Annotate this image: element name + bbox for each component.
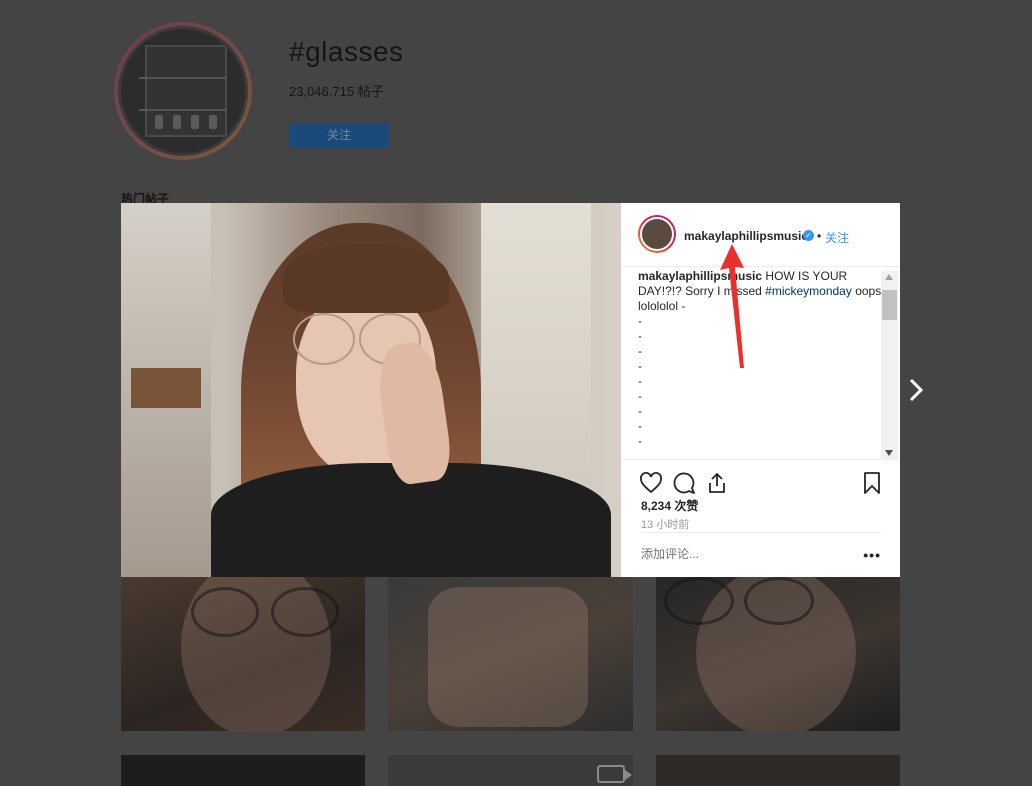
post-photo[interactable] [121, 203, 621, 577]
caption: makaylaphillipsmusic HOW IS YOUR DAY!?!?… [638, 269, 882, 459]
verified-icon: ✓ [803, 230, 814, 241]
grid-thumbnail[interactable] [388, 755, 633, 786]
bookmark-icon[interactable] [860, 471, 884, 495]
caption-line: - [638, 329, 642, 343]
post-side-panel: makaylaphillipsmusic ✓ • 关注 makaylaphill… [621, 203, 900, 577]
comment-row: ••• [641, 532, 881, 578]
caption-line: - [638, 389, 642, 403]
scroll-up-arrow-icon[interactable] [885, 274, 893, 280]
caption-line: - [638, 419, 642, 433]
caption-line: - [638, 344, 642, 358]
video-icon [597, 765, 632, 783]
separator: • [817, 229, 822, 243]
more-icon[interactable]: ••• [863, 547, 881, 563]
comment-icon[interactable] [672, 471, 696, 495]
post-count: 23,046,715 帖子 [289, 84, 384, 99]
grid-thumbnail[interactable] [121, 755, 365, 786]
annotation-arrow-icon [720, 244, 744, 368]
caption-scrollbar[interactable] [881, 271, 898, 459]
hashtag-link[interactable]: #mickeymonday [765, 284, 852, 298]
caption-line: - [638, 314, 642, 328]
tag-header: #glasses 23,046,715 帖子 关注 [0, 0, 1032, 200]
grid-thumbnail[interactable] [121, 577, 365, 731]
grid-thumbnail[interactable] [656, 577, 900, 731]
caption-line: - [638, 359, 642, 373]
avatar[interactable] [638, 215, 676, 253]
caption-line: - [638, 434, 642, 448]
follow-hashtag-button[interactable]: 关注 [289, 123, 389, 148]
grid-thumbnail[interactable] [388, 577, 633, 731]
like-count[interactable]: 8,234 次赞 [641, 497, 698, 514]
share-icon[interactable] [705, 471, 729, 495]
scroll-down-arrow-icon[interactable] [885, 450, 893, 456]
grid-thumbnail[interactable] [656, 755, 900, 786]
post-username-link[interactable]: makaylaphillipsmusic [684, 229, 808, 243]
caption-line: - [638, 404, 642, 418]
follow-user-button[interactable]: 关注 [825, 229, 849, 246]
caption-line: - [638, 374, 642, 388]
chevron-right-icon[interactable] [906, 376, 928, 404]
post-actions: 8,234 次赞 13 小时前 ••• [621, 459, 900, 577]
post-timestamp[interactable]: 13 小时前 [641, 516, 689, 532]
post-header: makaylaphillipsmusic ✓ • 关注 [621, 203, 900, 267]
tag-avatar [114, 22, 252, 160]
comment-input[interactable] [641, 547, 841, 561]
scrollbar-thumb[interactable] [882, 290, 897, 320]
page-title: #glasses [289, 36, 404, 67]
heart-icon[interactable] [639, 471, 663, 495]
